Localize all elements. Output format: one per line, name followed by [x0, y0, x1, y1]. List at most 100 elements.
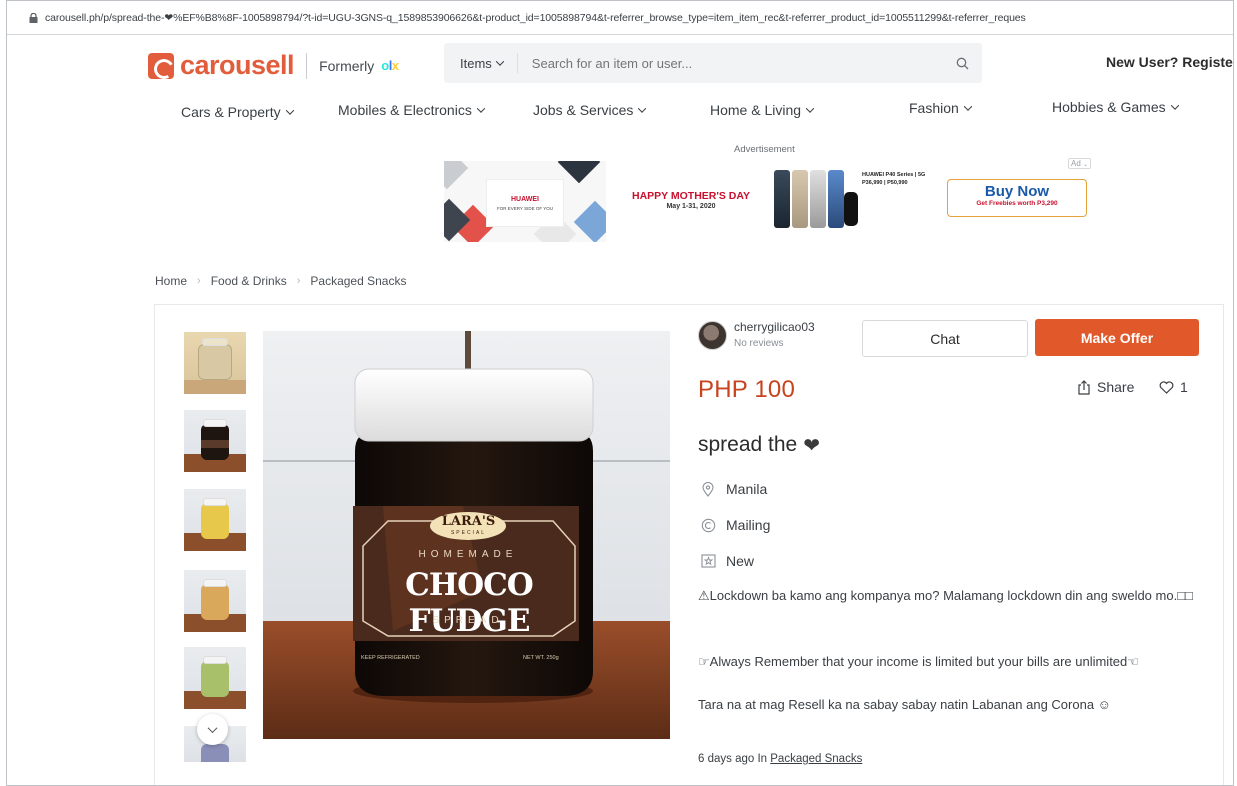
ad-specs: HUAWEI P40 Series | 5G P36,990 | P50,990 [862, 171, 925, 188]
thumbnail-1[interactable] [184, 332, 246, 394]
breadcrumb-packaged-snacks[interactable]: Packaged Snacks [310, 274, 406, 288]
nav-label: Home & Living [710, 102, 802, 118]
category-nav: Cars & Property Mobiles & Electronics Jo… [7, 99, 1233, 125]
thumbnail-5[interactable] [184, 647, 246, 709]
thumbnail-scroll-down-button[interactable] [197, 714, 228, 745]
chevron-down-icon [476, 104, 486, 113]
description-paragraph-1: ⚠Lockdown ba kamo ang kompanya mo? Malam… [698, 588, 1193, 603]
ad-buy-now-button[interactable]: Buy Now Get Freebies worth P3,290 [947, 179, 1087, 217]
thumbnail-2[interactable] [184, 410, 246, 472]
posted-category-link[interactable]: Packaged Snacks [770, 753, 862, 765]
nav-cars-property[interactable]: Cars & Property [181, 104, 294, 120]
posted-time: 6 days ago In [698, 753, 768, 765]
chevron-down-icon [638, 104, 647, 113]
condition-row: New [700, 553, 754, 569]
search-bar: Items [444, 43, 982, 83]
like-count: 1 [1180, 379, 1188, 395]
share-icon [1078, 379, 1090, 395]
huawei-brand: HUAWEI [511, 195, 539, 203]
listing-title-text: spread the [698, 433, 798, 456]
nav-fashion[interactable]: Fashion [909, 100, 973, 116]
nav-mobiles-electronics[interactable]: Mobiles & Electronics [338, 102, 486, 118]
lock-icon [29, 12, 38, 23]
label-product: CHOCO FUDGE [405, 567, 534, 639]
thumbnail-4[interactable] [184, 570, 246, 632]
nav-hobbies-games[interactable]: Hobbies & Games [1052, 99, 1179, 115]
breadcrumb: Home › Food & Drinks › Packaged Snacks [155, 274, 406, 288]
chevron-down-icon [963, 102, 973, 111]
nav-label: Fashion [909, 100, 959, 116]
breadcrumb-separator: › [296, 275, 301, 287]
ad-buy-label: Buy Now [984, 183, 1050, 200]
ad-dates: May 1-31, 2020 [666, 203, 716, 210]
seller-name[interactable]: cherrygilicao03 [734, 320, 815, 334]
condition-text: New [726, 553, 755, 569]
huawei-tagline: FOR EVERY SIDE OF YOU [496, 205, 553, 211]
delivery-text: Mailing [726, 517, 771, 533]
label-brand: LARA'S [441, 514, 496, 529]
seller-avatar[interactable] [698, 321, 727, 350]
smartwatch-image [844, 192, 858, 226]
chevron-down-icon [495, 57, 505, 66]
nav-label: Mobiles & Electronics [338, 102, 472, 118]
heart-icon [1159, 380, 1174, 394]
address-bar[interactable]: carousell.ph/p/spread-the-❤%EF%B8%8F-100… [7, 1, 1233, 35]
nav-label: Hobbies & Games [1052, 99, 1166, 115]
chat-button[interactable]: Chat [862, 320, 1028, 357]
description-paragraph-2: ☞Always Remember that your income is lim… [698, 654, 1139, 669]
label-spread: SPREAD [432, 615, 504, 626]
make-offer-button[interactable]: Make Offer [1035, 319, 1199, 356]
ad-choices-badge[interactable]: Ad ⌄ [1068, 158, 1092, 169]
label-brand-sub: SPECIAL [450, 530, 487, 536]
like-button[interactable]: 1 [1159, 379, 1188, 395]
thumbnail-3[interactable] [184, 489, 246, 551]
location-pin-icon [700, 481, 716, 497]
breadcrumb-home[interactable]: Home [155, 274, 187, 288]
carousell-logo-icon [148, 52, 174, 79]
description-paragraph-3: Tara na at mag Resell ka na sabay sabay … [698, 697, 1111, 712]
label-keep-refrigerated: KEEP REFRIGERATED [361, 655, 420, 661]
nav-label: Jobs & Services [533, 102, 634, 118]
nav-jobs-services[interactable]: Jobs & Services [533, 102, 647, 118]
logo-text: carousell [180, 50, 295, 80]
ad-tile-graphic: HUAWEI FOR EVERY SIDE OF YOU [444, 161, 606, 242]
register-link[interactable]: New User? Register [1106, 54, 1233, 70]
logo-divider [306, 52, 308, 79]
delivery-row: Mailing [700, 517, 770, 533]
search-category-dropdown[interactable]: Items [444, 53, 518, 73]
ad-headline: HAPPY MOTHER'S DAY [631, 190, 751, 202]
carousell-logo[interactable]: carousell Formerly olx [148, 52, 399, 79]
ad-specs-line: P36,990 | P50,990 [862, 180, 908, 187]
ad-headline-block: HAPPY MOTHER'S DAY May 1-31, 2020 [622, 190, 760, 210]
chevron-down-icon [1170, 101, 1179, 110]
olx-logo: olx [381, 58, 399, 73]
ad-huawei-card: HUAWEI FOR EVERY SIDE OF YOU [486, 179, 564, 227]
ad-phones-image [774, 170, 864, 230]
chevron-down-icon [207, 723, 218, 734]
listing-title: spread the ❤ [698, 433, 820, 457]
heart-emoji-icon: ❤ [803, 433, 821, 457]
seller-reviews: No reviews [734, 338, 784, 349]
search-input[interactable] [517, 43, 942, 83]
location-text: Manila [726, 481, 768, 497]
search-icon[interactable] [942, 57, 982, 70]
url-text[interactable]: carousell.ph/p/spread-the-❤%EF%B8%8F-100… [45, 12, 1026, 24]
label-net-weight: NET WT. 250g [523, 655, 559, 661]
chevron-down-icon [285, 106, 294, 115]
nav-label: Cars & Property [181, 104, 281, 120]
ad-choice-label: Ad [1071, 159, 1081, 168]
formerly-text: Formerly [319, 57, 375, 74]
location-row: Manila [700, 481, 767, 497]
share-button[interactable]: Share [1077, 379, 1134, 395]
share-label: Share [1097, 379, 1135, 395]
search-category-label: Items [460, 55, 492, 71]
listing-price: PHP 100 [698, 376, 796, 403]
mailing-icon [700, 517, 716, 533]
breadcrumb-separator: › [197, 275, 201, 287]
breadcrumb-food-drinks[interactable]: Food & Drinks [211, 274, 287, 288]
nav-home-living[interactable]: Home & Living [710, 102, 815, 118]
advertisement-label: Advertisement [734, 144, 795, 155]
ad-banner[interactable]: HUAWEI FOR EVERY SIDE OF YOU HAPPY MOTHE… [444, 158, 1099, 246]
condition-icon [700, 553, 716, 569]
main-product-photo[interactable]: LARA'S SPECIAL HOMEMADE CHOCO FUDGE SPRE… [263, 331, 670, 739]
